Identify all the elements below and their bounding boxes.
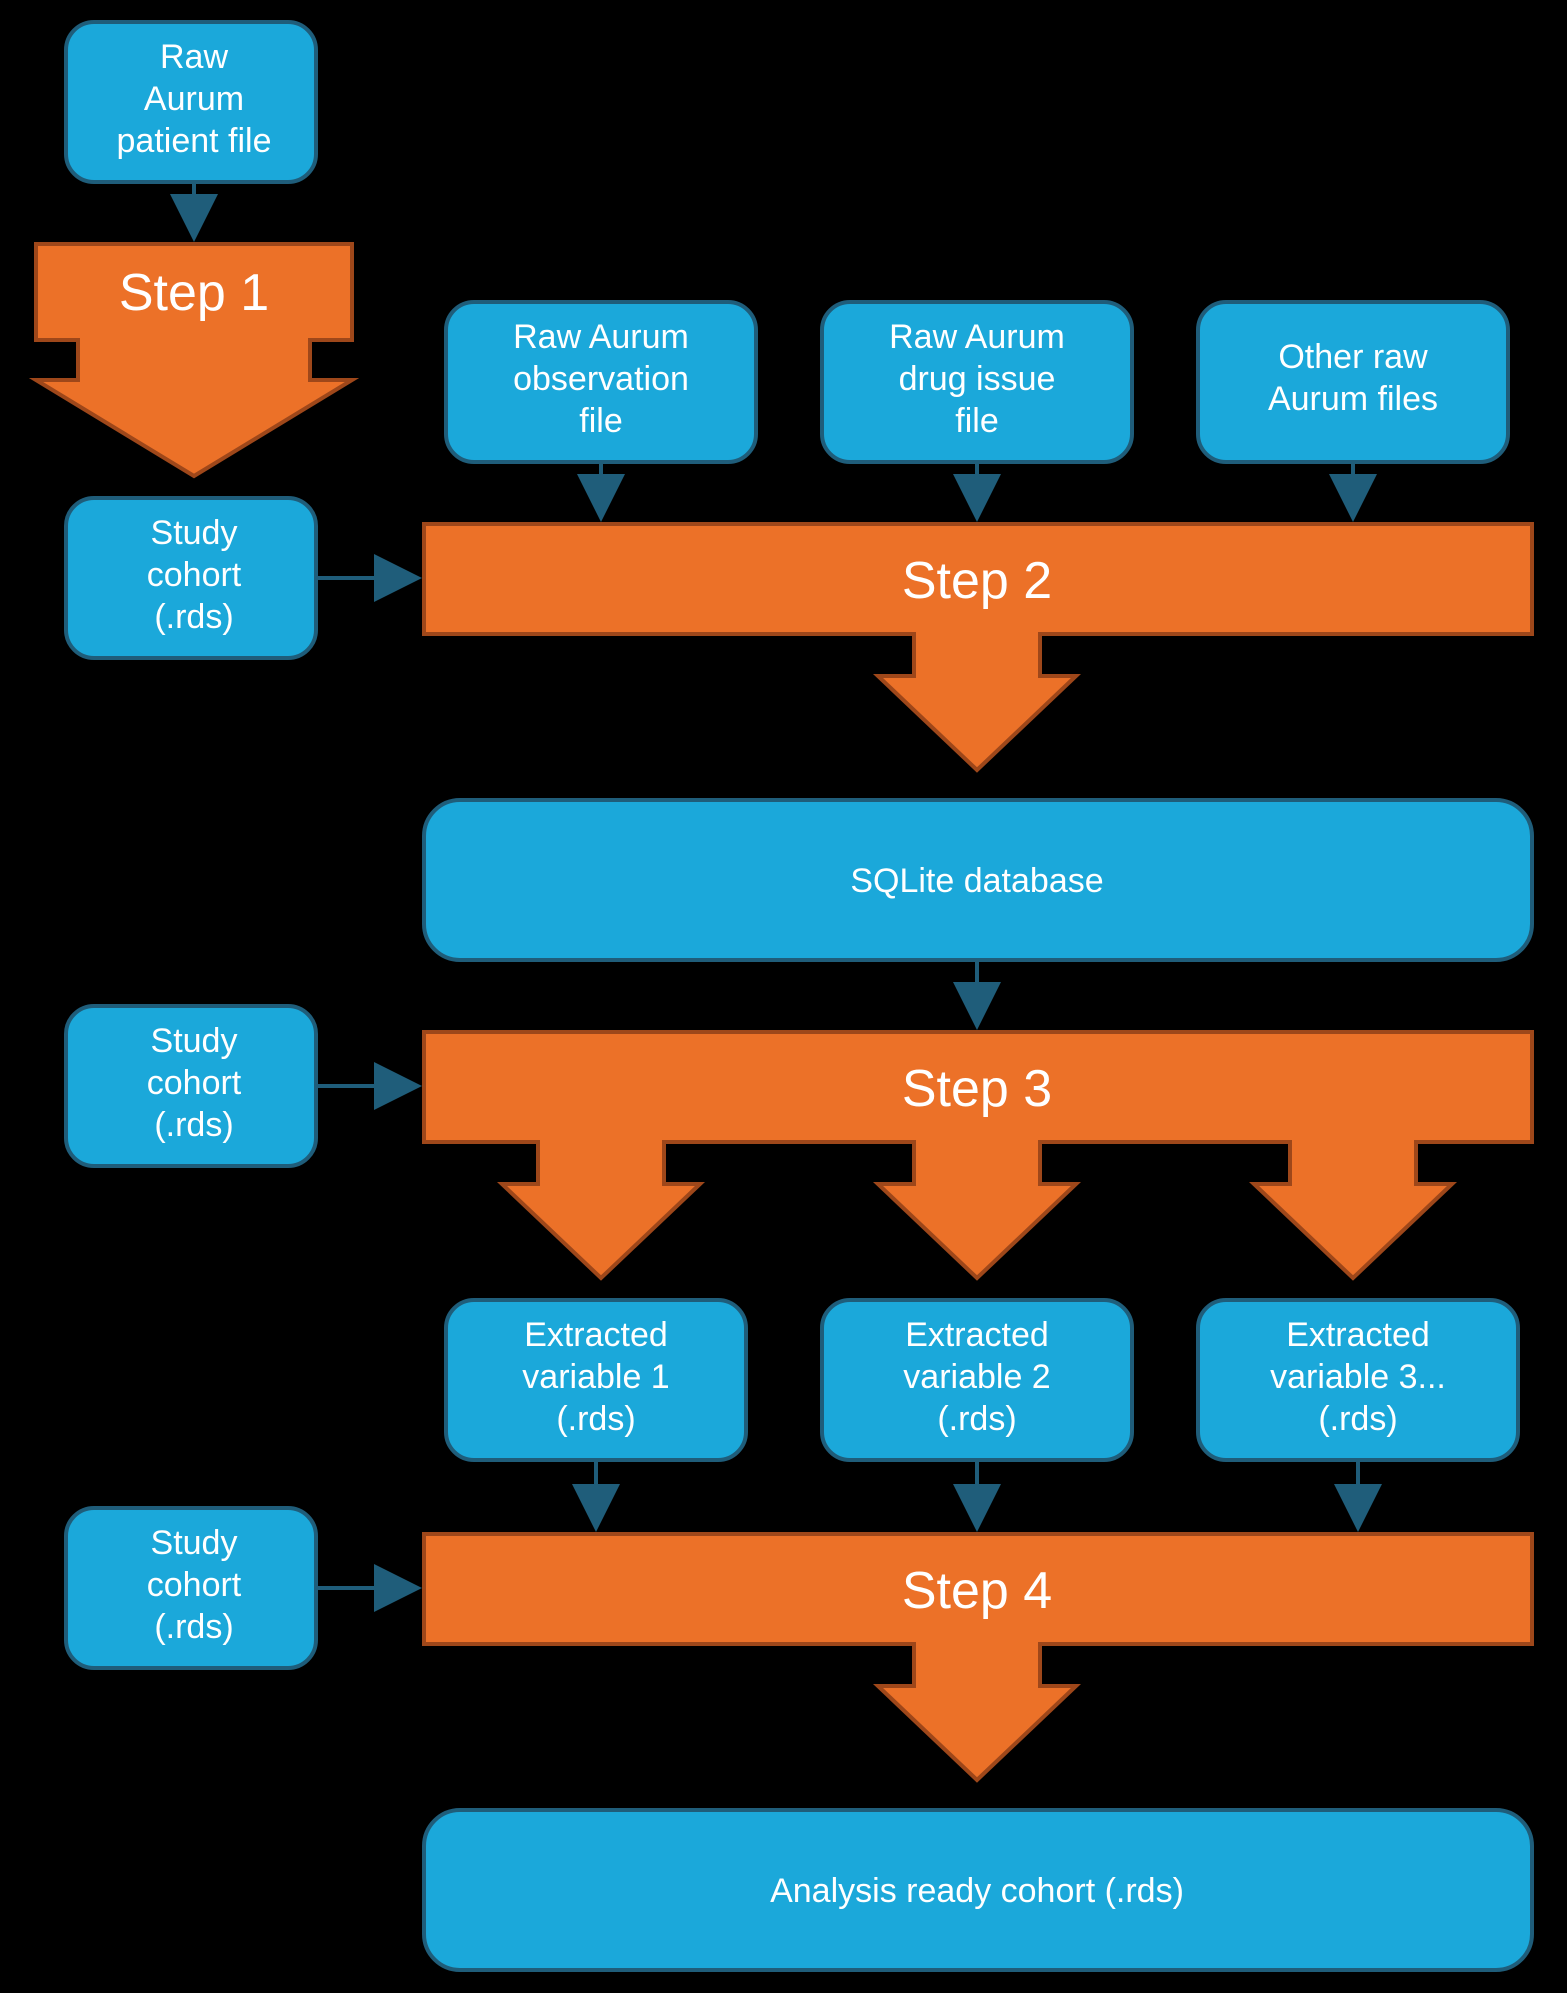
sc3-l3: (.rds) (154, 1608, 233, 1646)
raw-patient-l3: patient file (117, 122, 272, 160)
sc3-l1: Study (151, 1524, 238, 1562)
analysis-ready-label: Analysis ready cohort (.rds) (770, 1872, 1184, 1910)
rawother-l2: Aurum files (1268, 380, 1438, 418)
step2-label: Step 2 (902, 552, 1052, 610)
sc2-l3: (.rds) (154, 1106, 233, 1144)
raw-patient-l2: Aurum (144, 80, 244, 118)
sqlite-label: SQLite database (850, 862, 1103, 900)
sc1-l3: (.rds) (154, 598, 233, 636)
ev3-l3: (.rds) (1318, 1400, 1397, 1438)
ev2-l1: Extracted (905, 1316, 1049, 1354)
step3-label: Step 3 (902, 1060, 1052, 1118)
sc1-l2: cohort (147, 556, 242, 594)
rawobs-l1: Raw Aurum (513, 318, 689, 356)
ev1-l1: Extracted (524, 1316, 668, 1354)
sc1-l1: Study (151, 514, 238, 552)
sc2-l1: Study (151, 1022, 238, 1060)
raw-patient-l1: Raw (160, 38, 228, 76)
ev3-l1: Extracted (1286, 1316, 1430, 1354)
rawdrug-l3: file (955, 402, 998, 440)
rawother-l1: Other raw (1278, 338, 1428, 376)
ev2-l2: variable 2 (903, 1358, 1050, 1396)
step4-label: Step 4 (902, 1562, 1052, 1620)
ev1-l3: (.rds) (556, 1400, 635, 1438)
sc2-l2: cohort (147, 1064, 242, 1102)
rawdrug-l1: Raw Aurum (889, 318, 1065, 356)
step1-label: Step 1 (119, 264, 269, 322)
ev3-l2: variable 3... (1270, 1358, 1446, 1396)
rawobs-l2: observation (513, 360, 689, 398)
ev1-l2: variable 1 (522, 1358, 669, 1396)
rawdrug-l2: drug issue (899, 360, 1056, 398)
ev2-l3: (.rds) (937, 1400, 1016, 1438)
flowchart: Raw Aurum patient file Step 1 Study coho… (0, 0, 1567, 1993)
rawobs-l3: file (579, 402, 622, 440)
sc3-l2: cohort (147, 1566, 242, 1604)
